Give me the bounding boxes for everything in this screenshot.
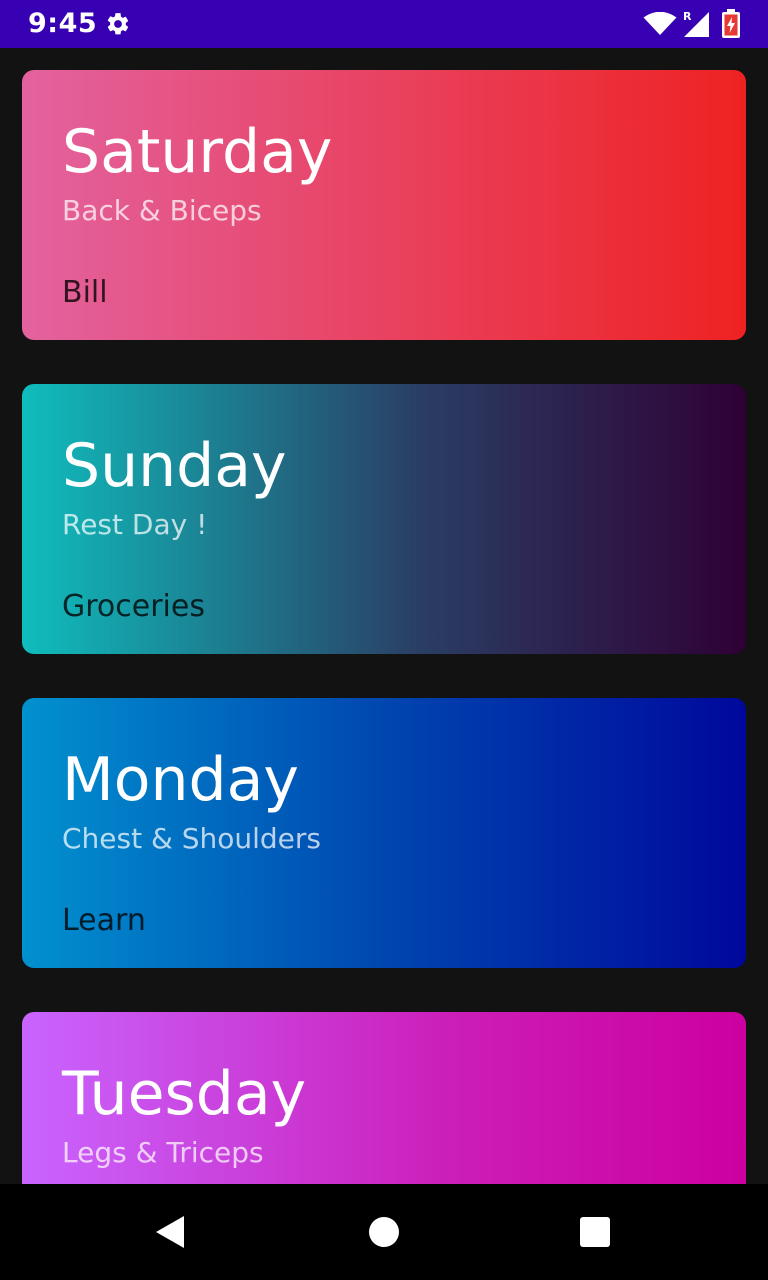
wifi-icon xyxy=(643,12,677,35)
roaming-badge: R xyxy=(683,10,692,23)
app-screen: 9:45 R Saturday Back & Biceps Bill Sunda… xyxy=(0,0,768,1280)
card-workout-subtitle: Back & Biceps xyxy=(62,194,262,227)
card-task-label: Learn xyxy=(62,903,146,938)
day-card-sunday[interactable]: Sunday Rest Day ! Groceries xyxy=(22,384,746,654)
status-bar: 9:45 R xyxy=(0,0,768,48)
card-workout-subtitle: Legs & Triceps xyxy=(62,1136,264,1169)
card-day-title: Monday xyxy=(62,745,299,815)
cell-signal-icon: R xyxy=(683,10,709,37)
card-day-title: Sunday xyxy=(62,431,287,501)
card-day-title: Tuesday xyxy=(62,1059,307,1129)
back-icon[interactable] xyxy=(152,1214,188,1250)
day-card-monday[interactable]: Monday Chest & Shoulders Learn xyxy=(22,698,746,968)
card-task-label: Bill xyxy=(62,275,108,310)
card-workout-subtitle: Rest Day ! xyxy=(62,508,208,541)
battery-icon xyxy=(722,9,740,38)
card-day-title: Saturday xyxy=(62,117,333,187)
status-time: 9:45 xyxy=(28,8,98,39)
card-workout-subtitle: Chest & Shoulders xyxy=(62,822,321,855)
day-card-tuesday[interactable]: Tuesday Legs & Triceps xyxy=(22,1012,746,1184)
workout-card-list[interactable]: Saturday Back & Biceps Bill Sunday Rest … xyxy=(0,48,768,1184)
gear-icon xyxy=(107,13,129,35)
recents-icon[interactable] xyxy=(580,1217,610,1247)
navigation-bar xyxy=(0,1184,768,1280)
home-icon[interactable] xyxy=(368,1216,400,1248)
day-card-saturday[interactable]: Saturday Back & Biceps Bill xyxy=(22,70,746,340)
card-task-label: Groceries xyxy=(62,589,205,624)
